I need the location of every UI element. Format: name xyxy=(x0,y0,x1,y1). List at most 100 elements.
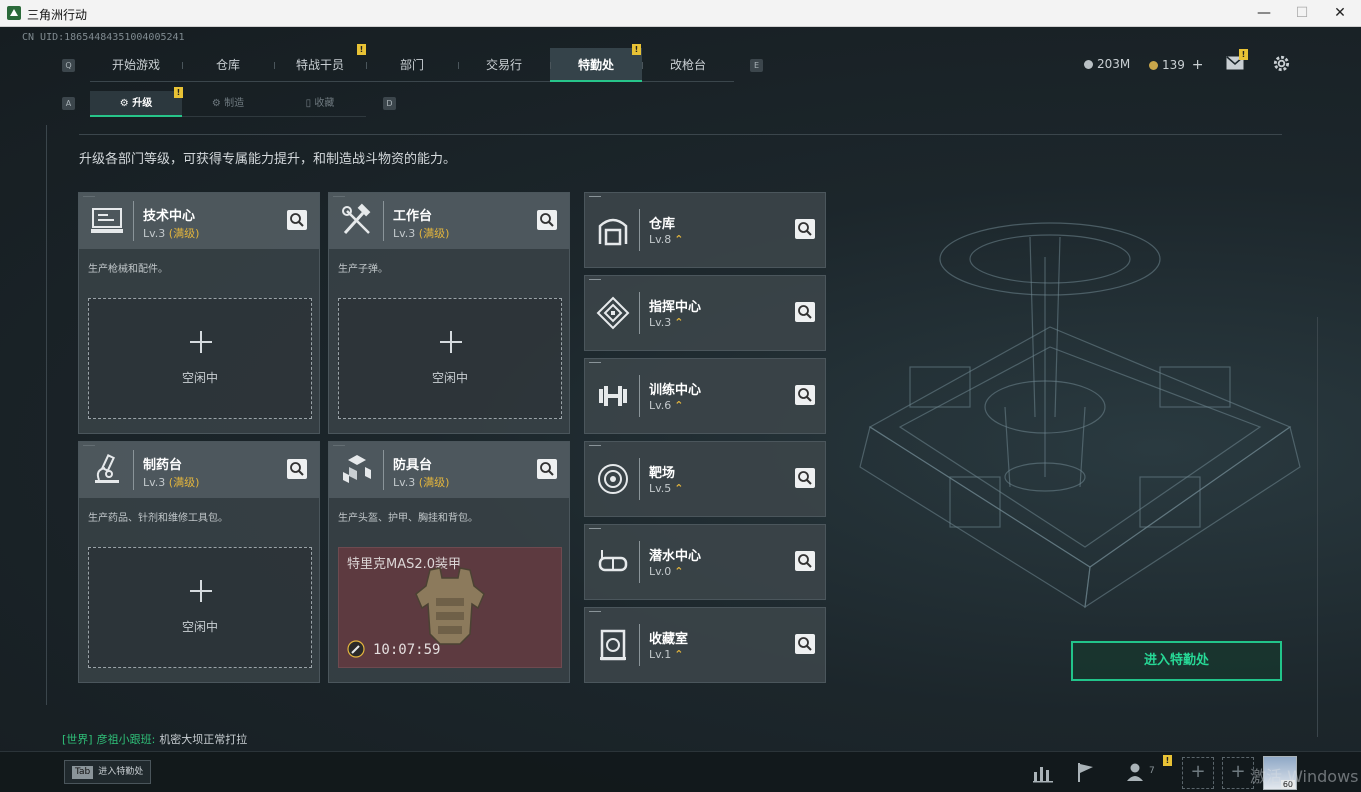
station-description: 生产子弹。 xyxy=(338,264,388,275)
search-icon xyxy=(798,471,812,485)
nav-prev-key-hint: Q xyxy=(62,59,75,72)
search-icon xyxy=(798,637,812,651)
chat-user: 彦祖小跟班: xyxy=(96,733,156,746)
subnav-next-key-hint: D xyxy=(383,97,396,110)
header-separator xyxy=(383,201,384,241)
warehouse-icon xyxy=(598,218,628,246)
upgrade-notification-badge: ! xyxy=(174,87,183,98)
department-name: 靶场 xyxy=(649,466,676,481)
frame-line-left xyxy=(46,125,47,705)
mail-notification-badge: ! xyxy=(1239,49,1248,60)
inspect-button[interactable] xyxy=(795,219,815,239)
department-level: Lv.0 ⌃ xyxy=(649,565,684,578)
enter-special-ops-shortcut[interactable]: Tab 进入特勤处 xyxy=(64,760,152,784)
department-shooting-range[interactable]: 靶场 Lv.5 ⌃ xyxy=(584,441,826,517)
upgrade-available-icon: ⌃ xyxy=(674,565,684,578)
upgrade-available-icon: ⌃ xyxy=(674,233,684,246)
slot-status: 空闲中 xyxy=(181,620,218,634)
subtab-craft[interactable]: ⚙ 制造 xyxy=(182,91,274,117)
inspect-button[interactable] xyxy=(795,385,815,405)
dumbbell-icon xyxy=(599,386,627,406)
station-card-tech-center[interactable]: 技术中心 Lv.3 (满级) 生产枪械和配件。 空闲中 xyxy=(78,192,320,434)
chat-message: 机密大坝正常打拉 xyxy=(159,733,248,746)
chat-channel: [世界] xyxy=(62,733,93,746)
station-description: 生产头盔、护甲、胸挂和背包。 xyxy=(338,513,478,524)
inspect-button[interactable] xyxy=(795,634,815,654)
row-separator xyxy=(639,209,640,251)
station-name: 制药台 xyxy=(143,458,183,473)
inspect-button[interactable] xyxy=(795,468,815,488)
tab-special-ops[interactable]: 特勤处 xyxy=(550,48,642,82)
production-slot-empty[interactable]: 空闲中 xyxy=(338,298,562,419)
station-name: 防具台 xyxy=(393,458,433,473)
subnav-prev-key-hint: A xyxy=(62,97,75,110)
station-level: Lv.3 (满级) xyxy=(143,476,200,489)
station-card-workbench[interactable]: 工作台 Lv.3 (满级) 生产子弹。 空闲中 xyxy=(328,192,570,434)
premium-balance: 139 + xyxy=(1149,57,1203,73)
tab-operators[interactable]: 特战干员 xyxy=(274,48,366,82)
department-training-center[interactable]: 训练中心 Lv.6 ⌃ xyxy=(584,358,826,434)
diving-mask-icon xyxy=(598,550,628,572)
crafting-timer: 10:07:59 xyxy=(373,642,441,658)
special-ops-notification-badge: ! xyxy=(632,44,641,55)
inspect-button[interactable] xyxy=(795,551,815,571)
friends-icon[interactable] xyxy=(1124,760,1148,784)
flag-icon[interactable] xyxy=(1074,760,1098,784)
department-command-center[interactable]: 指挥中心 Lv.3 ⌃ xyxy=(584,275,826,351)
armor-boxes-icon xyxy=(343,455,371,483)
row-separator xyxy=(639,375,640,417)
station-level: Lv.3 (满级) xyxy=(393,227,450,240)
stats-chart-icon[interactable] xyxy=(1031,760,1055,784)
craft-icon: ⚙ xyxy=(211,98,225,109)
plus-icon xyxy=(190,580,212,602)
base-hologram-illustration xyxy=(859,222,1301,609)
station-card-armor-bench[interactable]: 防具台 Lv.3 (满级) 生产头盔、护甲、胸挂和背包。 特里克MAS2.0装甲… xyxy=(328,441,570,683)
station-card-header: 防具台 Lv.3 (满级) xyxy=(329,442,569,498)
tab-trading[interactable]: 交易行 xyxy=(458,48,550,82)
upgrade-available-icon: ⌃ xyxy=(674,648,684,661)
inspect-button[interactable] xyxy=(287,210,307,230)
production-slot-empty[interactable]: 空闲中 xyxy=(88,547,312,668)
close-button[interactable]: ✕ xyxy=(1317,0,1361,27)
friends-notification-badge: ! xyxy=(1163,755,1172,766)
inspect-button[interactable] xyxy=(537,210,557,230)
search-icon xyxy=(290,213,304,227)
inspect-button[interactable] xyxy=(537,459,557,479)
department-level: Lv.3 ⌃ xyxy=(649,316,684,329)
department-name: 收藏室 xyxy=(649,632,689,647)
command-center-icon xyxy=(596,296,630,330)
microscope-icon xyxy=(95,454,119,483)
department-warehouse[interactable]: 仓库 Lv.8 ⌃ xyxy=(584,192,826,268)
app-logo-icon xyxy=(7,6,21,20)
subtab-collection[interactable]: ▯ 收藏 xyxy=(274,91,366,117)
search-icon xyxy=(798,222,812,236)
tab-department[interactable]: 部门 xyxy=(366,48,458,82)
production-slot-empty[interactable]: 空闲中 xyxy=(88,298,312,419)
department-name: 潜水中心 xyxy=(649,549,702,564)
subtab-upgrade[interactable]: ⚙ 升级 xyxy=(90,91,182,117)
tab-start-game[interactable]: 开始游戏 xyxy=(90,48,182,82)
inspect-button[interactable] xyxy=(287,459,307,479)
inspect-button[interactable] xyxy=(795,302,815,322)
tab-warehouse[interactable]: 仓库 xyxy=(182,48,274,82)
header-separator xyxy=(383,450,384,490)
department-name: 仓库 xyxy=(649,217,676,232)
squad-slot-1[interactable]: + xyxy=(1182,757,1214,789)
department-collection-room[interactable]: 收藏室 Lv.1 ⌃ xyxy=(584,607,826,683)
tab-gunsmith[interactable]: 改枪台 xyxy=(642,48,734,82)
slot-status: 空闲中 xyxy=(431,371,468,385)
upgrade-icon: ⚙ xyxy=(119,98,133,109)
settings-gear-icon[interactable] xyxy=(1272,54,1291,73)
world-chat-line[interactable]: [世界] 彦祖小跟班: 机密大坝正常打拉 xyxy=(62,731,247,747)
enter-special-ops-button[interactable]: 进入特勤处 xyxy=(1071,641,1282,681)
armor-vest-image xyxy=(415,567,485,645)
station-card-pharmacy[interactable]: 制药台 Lv.3 (满级) 生产药品、针剂和维修工具包。 空闲中 xyxy=(78,441,320,683)
upgrade-available-icon: ⌃ xyxy=(674,482,684,495)
search-icon xyxy=(798,305,812,319)
wrench-timer-icon xyxy=(347,640,365,658)
add-currency-button[interactable]: + xyxy=(1192,57,1204,73)
windows-activation-watermark: 激活 Windows xyxy=(1250,767,1359,786)
sub-nav: ⚙ 升级 ⚙ 制造 ▯ 收藏 xyxy=(90,91,366,117)
department-diving-center[interactable]: 潜水中心 Lv.0 ⌃ xyxy=(584,524,826,600)
production-slot-active[interactable]: 特里克MAS2.0装甲 10:07:59 xyxy=(338,547,562,668)
